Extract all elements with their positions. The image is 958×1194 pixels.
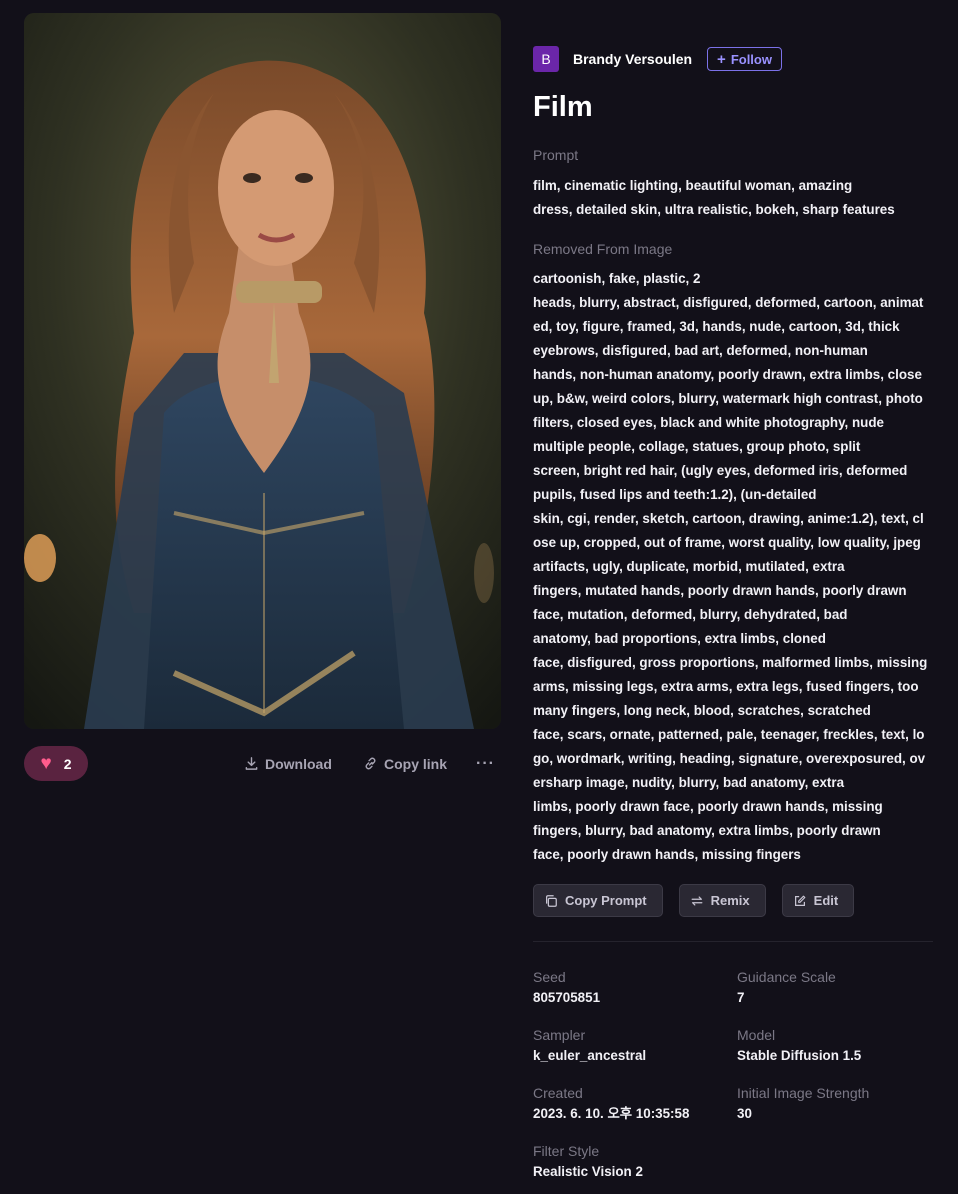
meta-value: Realistic Vision 2 [533,1164,643,1179]
edit-icon [794,895,806,906]
negative-prompt-line: eyebrows, disfigured, bad art, deformed,… [533,343,868,358]
download-button[interactable]: Download [244,746,332,781]
meta-value: Stable Diffusion 1.5 [737,1048,862,1063]
meta-item: Guidance Scale 7 [737,968,933,1006]
more-options-button[interactable]: ··· [476,746,495,781]
meta-item: Initial Image Strength 30 [737,1084,933,1122]
negative-prompt-line: skin, cgi, render, sketch, cartoon, draw… [533,511,924,526]
details-panel: B Brandy Versoulen + Follow Film Prompt … [533,46,933,1180]
download-icon [245,757,258,770]
generation-metadata: Seed 805705851 Guidance Scale 7 Sampler k_eul… [533,968,933,1180]
link-icon [365,757,376,770]
negative-prompt-line: artifacts, ugly, duplicate, morbid, muti… [533,559,845,574]
negative-prompt-line: go, wordmark, writing, heading, signatur… [533,751,926,766]
heart-icon: ♥ [40,753,52,774]
meta-item: Seed 805705851 [533,968,737,1006]
negative-prompt-line: ose up, cropped, out of frame, worst qua… [533,535,921,550]
copy-link-button[interactable]: Copy link [363,746,447,781]
avatar[interactable]: B [533,46,559,72]
negative-prompt-line: fingers, blurry, bad anatomy, extra limb… [533,823,881,838]
meta-key: Initial Image Strength [737,1085,870,1101]
portrait-image [24,13,501,729]
follow-label: Follow [730,51,772,67]
meta-key: Sampler [533,1027,586,1043]
meta-value: 805705851 [533,990,601,1005]
negative-prompt-line: face, disfigured, gross proportions, mal… [533,655,928,670]
negative-prompt-line: multiple people, collage, statues, group… [533,439,861,454]
negative-prompt-text: cartoonish, fake, plastic, 2 heads, blurr… [533,267,933,867]
negative-prompt-line: ersharp image, nudity, blurry, bad anato… [533,775,845,790]
negative-prompt-line: arms, missing legs, extra arms, extra le… [533,679,919,694]
negative-prompt-line: screen, bright red hair, (ugly eyes, def… [533,463,908,478]
negative-prompt-line: anatomy, bad proportions, extra limbs, c… [533,631,826,646]
negative-prompt-line: limbs, poorly drawn face, poorly drawn h… [533,799,883,814]
negative-prompt-line: ed, toy, figure, framed, 3d, hands, nude… [533,319,900,334]
prompt-line: dress, detailed skin, ultra realistic, b… [533,202,895,217]
remix-label: Remix [710,893,750,908]
negative-prompt-line: face, poorly drawn hands, missing finger… [533,847,801,862]
negative-prompt-line: up, b&w, weird colors, blurry, watermark… [533,391,923,406]
prompt-label: Prompt [533,147,579,163]
image-action-bar: ♥ 2 Download Copy link ··· [24,746,501,781]
download-label: Download [265,755,332,772]
like-button[interactable]: ♥ 2 [24,746,88,781]
prompt-actions: Copy Prompt Remix Edit [533,884,933,917]
negative-prompt-line: face, scars, ornate, patterned, pale, te… [533,727,925,742]
like-count: 2 [63,755,72,772]
page-title: Film [533,91,593,123]
meta-value: k_euler_ancestral [533,1048,647,1063]
copy-prompt-label: Copy Prompt [565,893,647,908]
follow-button[interactable]: + Follow [707,47,782,71]
negative-prompt-line: pupils, fused lips and teeth:1.2), (un-d… [533,487,817,502]
generated-image[interactable] [24,13,501,729]
remix-button[interactable]: Remix [678,884,766,917]
author-name[interactable]: Brandy Versoulen [573,51,692,67]
meta-key: Guidance Scale [737,969,836,985]
prompt-line: film, cinematic lighting, beautiful woma… [533,178,853,193]
remix-icon [691,895,703,906]
negative-prompt-line: fingers, mutated hands, poorly drawn han… [533,583,907,598]
meta-value: 2023. 6. 10. 오후 10:35:58 [533,1106,690,1121]
meta-key: Seed [533,969,566,985]
plus-icon: + [717,50,726,68]
negative-prompt-line: filters, closed eyes, black and white ph… [533,415,884,430]
meta-key: Model [737,1027,776,1043]
removed-label: Removed From Image [533,241,673,257]
edit-button[interactable]: Edit [781,884,855,917]
divider [533,941,933,942]
more-icon: ··· [476,754,495,772]
meta-item: Sampler k_euler_ancestral [533,1026,737,1064]
edit-label: Edit [813,893,839,908]
negative-prompt-line: hands, non-human anatomy, poorly drawn, … [533,367,922,382]
meta-key: Created [533,1085,583,1101]
negative-prompt-line: many fingers, long neck, blood, scratche… [533,703,871,718]
copy-link-label: Copy link [384,755,448,772]
copy-icon [546,894,557,907]
meta-item: Filter Style Realistic Vision 2 [533,1142,737,1180]
negative-prompt-line: face, mutation, deformed, blurry, dehydr… [533,607,848,622]
meta-item: Model Stable Diffusion 1.5 [737,1026,933,1064]
meta-value: 30 [737,1106,752,1121]
prompt-text: film, cinematic lighting, beautiful woma… [533,174,903,222]
meta-value: 7 [737,990,745,1005]
author-row: B Brandy Versoulen + Follow [533,46,933,72]
negative-prompt-line: cartoonish, fake, plastic, 2 [533,271,701,286]
negative-prompt-line: heads, blurry, abstract, disfigured, def… [533,295,924,310]
meta-key: Filter Style [533,1143,600,1159]
meta-item: Created 2023. 6. 10. 오후 10:35:58 [533,1084,737,1122]
copy-prompt-button[interactable]: Copy Prompt [533,884,663,917]
